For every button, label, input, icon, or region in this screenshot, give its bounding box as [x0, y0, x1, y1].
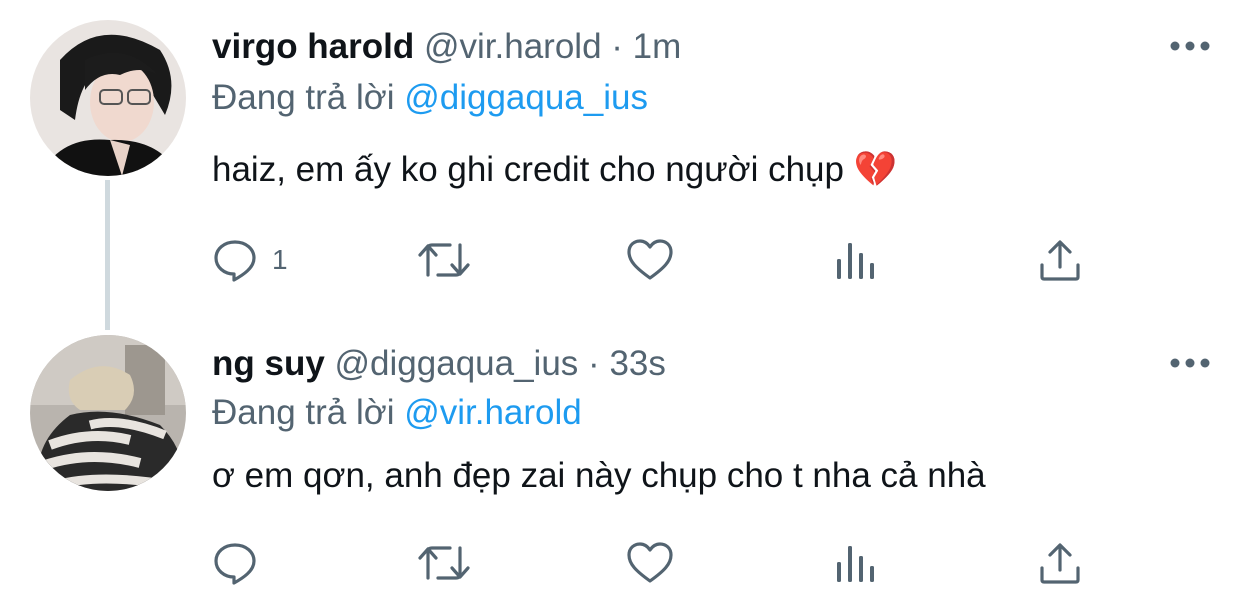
replying-to: Đang trả lời @vir.harold [212, 393, 582, 433]
separator-dot: · [611, 27, 623, 66]
display-name[interactable]: ng suy [212, 344, 325, 383]
like-button[interactable] [626, 236, 674, 284]
broken-heart-emoji: 💔 [853, 150, 898, 189]
tweet-header: virgo harold @vir.harold · 1m [212, 27, 681, 67]
tweet-text-content: haiz, em ấy ko ghi credit cho người chụp [212, 150, 844, 189]
analytics-button[interactable] [834, 539, 878, 587]
tweet-text: haiz, em ấy ko ghi credit cho người chụp… [212, 150, 897, 190]
retweet-button[interactable] [416, 236, 472, 284]
reply-button[interactable] [212, 539, 272, 587]
mention-link[interactable]: @diggaqua_ius [404, 78, 648, 117]
separator-dot: · [588, 344, 600, 383]
share-icon [1040, 240, 1080, 281]
tweet-text-content: ơ em qơn, anh đẹp zai này chụp cho t nha… [212, 456, 986, 495]
share-button[interactable] [1038, 236, 1082, 284]
avatar[interactable] [30, 20, 186, 176]
like-icon [627, 542, 673, 583]
handle[interactable]: @vir.harold [424, 27, 602, 66]
mention-link[interactable]: @vir.harold [404, 393, 582, 432]
action-bar: 1 [212, 236, 1112, 284]
analytics-icon [837, 546, 874, 582]
handle[interactable]: @diggaqua_ius [335, 344, 579, 383]
replying-prefix: Đang trả lời [212, 393, 395, 432]
more-button[interactable] [1168, 353, 1212, 373]
reply-icon [214, 543, 256, 585]
avatar[interactable] [30, 335, 186, 491]
analytics-icon [837, 243, 874, 279]
timestamp[interactable]: 1m [633, 27, 682, 66]
tweet-text: ơ em qơn, anh đẹp zai này chụp cho t nha… [212, 456, 986, 496]
timestamp[interactable]: 33s [609, 344, 665, 383]
replying-to: Đang trả lời @diggaqua_ius [212, 78, 648, 118]
retweet-icon [418, 243, 470, 277]
display-name[interactable]: virgo harold [212, 27, 414, 66]
reply-count: 1 [272, 244, 288, 275]
reply-icon [214, 240, 256, 282]
share-icon [1040, 543, 1080, 584]
tweet-header: ng suy @diggaqua_ius · 33s [212, 344, 666, 384]
retweet-icon [418, 546, 470, 580]
avatar-photo-1 [30, 20, 186, 176]
reply-button[interactable]: 1 [212, 236, 288, 284]
retweet-button[interactable] [416, 539, 472, 587]
replying-prefix: Đang trả lời [212, 78, 395, 117]
more-button[interactable] [1168, 36, 1212, 56]
avatar-photo-2 [30, 335, 186, 491]
analytics-button[interactable] [834, 236, 878, 284]
more-horizontal-icon [1170, 41, 1210, 51]
share-button[interactable] [1038, 539, 1082, 587]
thread-connector-line [105, 180, 110, 330]
like-button[interactable] [626, 539, 674, 587]
action-bar [212, 539, 1112, 587]
like-icon [627, 239, 673, 280]
more-horizontal-icon [1170, 358, 1210, 368]
